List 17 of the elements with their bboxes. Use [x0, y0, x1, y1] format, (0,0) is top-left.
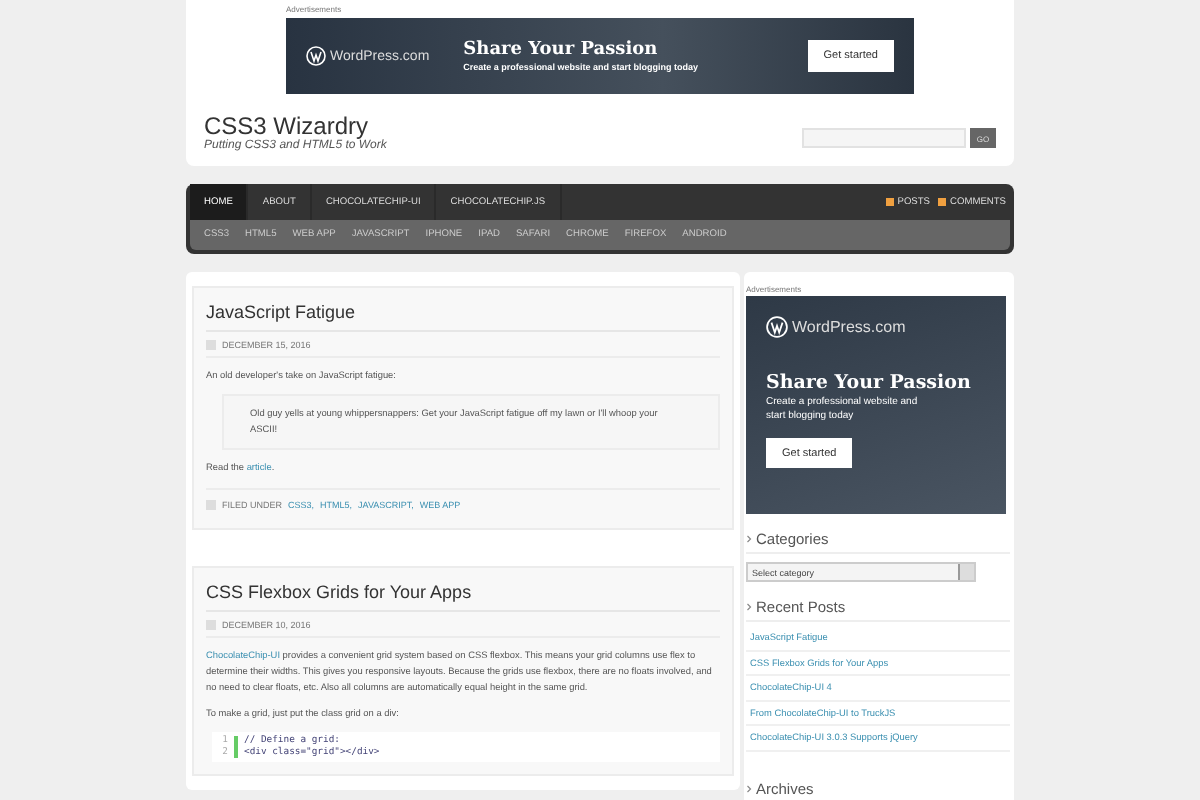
- rss-icon: [885, 198, 894, 206]
- wordpress-logo-icon: [306, 46, 326, 66]
- site-title[interactable]: CSS3 Wizardry: [204, 112, 387, 140]
- chevron-icon: [746, 783, 752, 794]
- ad-headline: Share Your Passion: [463, 40, 660, 62]
- folder-icon: [206, 500, 216, 510]
- calendar-icon: [206, 340, 216, 350]
- wordpress-logo-icon: [766, 316, 788, 338]
- post-title[interactable]: JavaScript Fatigue: [206, 300, 720, 332]
- chevron-icon: [746, 602, 752, 612]
- rss-icon: [938, 198, 947, 206]
- post-title[interactable]: CSS Flexbox Grids for Your Apps: [206, 580, 720, 612]
- calendar-icon: [206, 620, 216, 630]
- brand-name: WordPress.com: [792, 318, 906, 336]
- search-field[interactable]: [802, 128, 966, 148]
- chevron-icon: [746, 534, 752, 544]
- ad-headline: Share Your Passion: [766, 370, 971, 396]
